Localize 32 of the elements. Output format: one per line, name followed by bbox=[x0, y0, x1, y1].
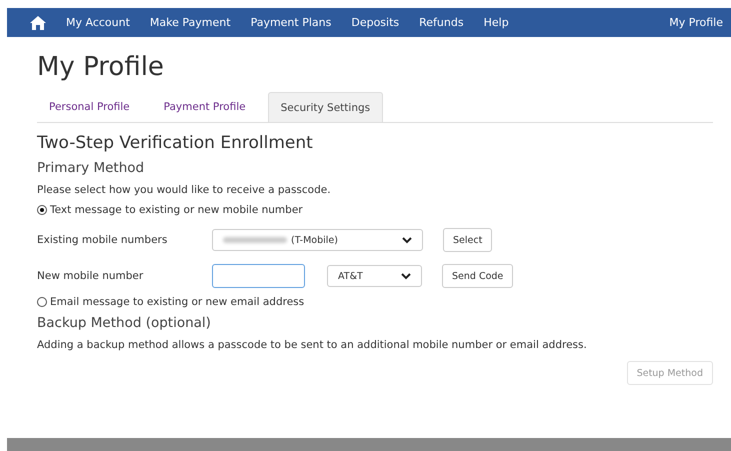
description-text: Adding a backup method allows a passcode to be sent to an additional mobile number or email address. bbox=[37, 339, 588, 351]
tab[interactable]: Personal Profile bbox=[37, 92, 142, 122]
mobile-number-field[interactable] bbox=[212, 264, 305, 288]
nav-link[interactable]: Make Payment bbox=[150, 16, 231, 29]
radio-button[interactable] bbox=[37, 205, 47, 215]
profile-link[interactable]: My Profile bbox=[669, 16, 723, 29]
nav-link[interactable]: Help bbox=[484, 16, 509, 29]
chevron-down-icon bbox=[401, 272, 411, 280]
tab[interactable]: Security Settings bbox=[268, 92, 384, 122]
carrier-name: (T-Mobile) bbox=[291, 234, 338, 246]
radio-button[interactable] bbox=[37, 297, 47, 307]
instruction-text: Please select how you would like to receive a passcode. bbox=[37, 184, 332, 196]
section-subtitle: Primary Method bbox=[37, 160, 146, 176]
nav-link[interactable]: Refunds bbox=[419, 16, 464, 29]
redacted-number bbox=[223, 237, 287, 243]
section-title: Two-Step Verification Enrollment bbox=[37, 133, 314, 153]
phone-number-dropdown[interactable]: (T-Mobile) bbox=[212, 229, 423, 251]
select-button[interactable]: Select bbox=[443, 228, 492, 252]
radio-label: Email message to existing or new email address bbox=[50, 296, 304, 308]
nav-link[interactable]: Deposits bbox=[351, 16, 400, 29]
page-title: My Profile bbox=[37, 51, 165, 84]
field-label: Existing mobile numbers bbox=[37, 234, 168, 246]
home-icon[interactable] bbox=[30, 16, 46, 30]
section-subtitle: Backup Method (optional) bbox=[37, 315, 212, 331]
nav-link[interactable]: My Account bbox=[66, 16, 130, 29]
tab[interactable]: Payment Profile bbox=[152, 92, 258, 122]
radio-label: Text message to existing or new mobile number bbox=[50, 204, 303, 216]
nav-link[interactable]: Payment Plans bbox=[250, 16, 332, 29]
field-label: New mobile number bbox=[37, 270, 144, 282]
chevron-down-icon bbox=[402, 236, 412, 244]
send-code-button[interactable]: Send Code bbox=[442, 264, 514, 288]
carrier-dropdown[interactable]: AT&T bbox=[327, 265, 422, 287]
